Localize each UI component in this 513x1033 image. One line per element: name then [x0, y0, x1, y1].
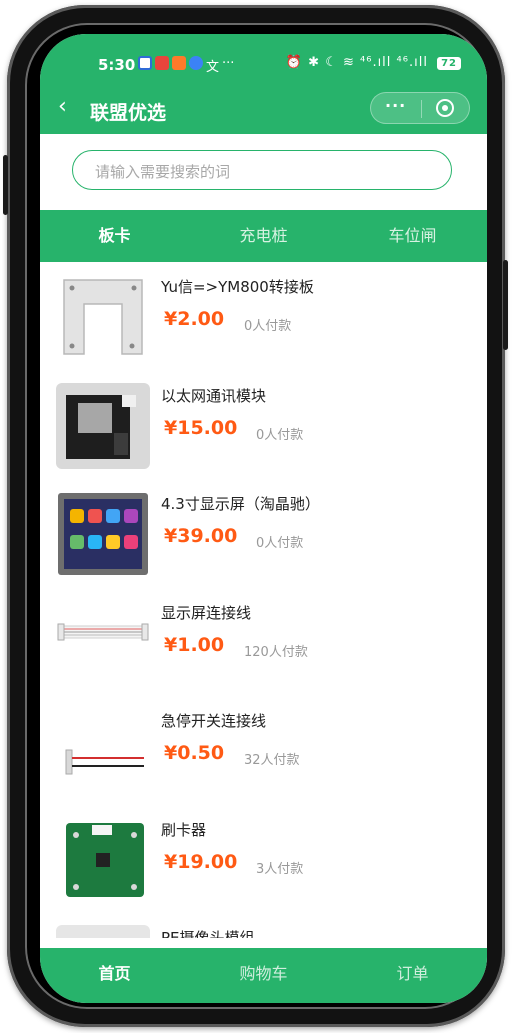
product-item[interactable]: 刷卡器 ¥19.00 3人付款 — [40, 805, 487, 914]
product-paid-count: 0人付款 — [256, 427, 304, 443]
product-item[interactable]: Yu信=>YM800转接板 ¥2.00 0人付款 — [40, 262, 487, 371]
product-image — [56, 708, 150, 794]
product-name: Yu信=>YM800转接板 — [161, 278, 314, 296]
product-name: 以太网通讯模块 — [161, 386, 267, 405]
product-name: 显示屏连接线 — [161, 603, 252, 622]
product-image — [56, 274, 150, 360]
product-list[interactable]: Yu信=>YM800转接板 ¥2.00 0人付款 以太网通讯模块 ¥15.00 … — [40, 262, 487, 938]
product-price: ¥0.50 — [164, 742, 225, 764]
tab-parking-gate[interactable]: 车位闸 — [338, 210, 487, 262]
nav-orders[interactable]: 订单 — [338, 948, 487, 1003]
category-tabs: 板卡 充电桩 车位闸 — [40, 210, 487, 262]
product-image — [56, 925, 150, 938]
search-input[interactable]: 请输入需要搜索的词 — [72, 150, 452, 190]
product-image — [56, 491, 150, 577]
product-paid-count: 0人付款 — [244, 319, 292, 334]
product-item[interactable]: PE摄像头模组 — [40, 913, 487, 938]
mail-app-icon — [155, 56, 169, 70]
bottom-nav: 首页 购物车 订单 — [40, 948, 487, 1003]
product-price: ¥1.00 — [164, 633, 225, 656]
search-area: 请输入需要搜索的词 — [40, 134, 487, 210]
product-price: ¥39.00 — [164, 525, 238, 547]
status-right-icons: ⏰ ✱ ☾ ≋ ⁴⁶.ıll ⁴⁶.ıll 72 — [286, 55, 461, 70]
product-image — [56, 382, 150, 469]
gallery-app-icon — [138, 56, 152, 70]
product-image — [56, 599, 150, 686]
power-button — [503, 260, 508, 350]
product-item[interactable]: 急停开关连接线 ¥0.50 32人付款 — [40, 696, 487, 805]
page-title: 联盟优选 — [90, 102, 167, 124]
back-arrow-icon[interactable]: ‹ — [58, 94, 67, 119]
product-name: 急停开关连接线 — [161, 712, 267, 730]
translate-app-icon: 文 — [206, 60, 220, 75]
nav-home[interactable]: 首页 — [40, 948, 189, 1003]
product-paid-count: 32人付款 — [244, 753, 300, 768]
status-system-icons: ⏰ ✱ ☾ ≋ ⁴⁶.ıll ⁴⁶.ıll — [285, 55, 428, 70]
status-app-icons: 文 ··· — [138, 56, 234, 75]
product-item[interactable]: 以太网通讯模块 ¥15.00 0人付款 — [40, 371, 487, 480]
product-price: ¥19.00 — [164, 850, 238, 873]
browser-app-icon — [189, 56, 203, 70]
status-more-icon: ··· — [222, 56, 235, 71]
product-price: ¥15.00 — [164, 416, 238, 439]
product-item[interactable]: 显示屏连接线 ¥1.00 120人付款 — [40, 588, 487, 697]
battery-icon: 72 — [437, 57, 461, 70]
close-target-icon[interactable] — [436, 99, 454, 117]
product-name: 刷卡器 — [161, 820, 207, 839]
tab-chargers[interactable]: 充电桩 — [189, 210, 338, 262]
tab-boards[interactable]: 板卡 — [40, 210, 189, 262]
product-item[interactable]: 4.3寸显示屏（淘晶驰） ¥39.00 0人付款 — [40, 479, 487, 588]
store-app-icon — [172, 56, 186, 70]
volume-button — [3, 155, 8, 215]
status-bar: 5:30 文 ··· ⏰ ✱ ☾ ≋ ⁴⁶.ıll ⁴⁶.ıll 72 — [40, 34, 487, 88]
product-image — [56, 816, 150, 903]
miniprogram-capsule: ··· — [370, 92, 470, 124]
product-paid-count: 120人付款 — [244, 644, 308, 660]
product-price: ¥2.00 — [164, 308, 225, 330]
capsule-divider — [421, 100, 422, 118]
phone-screen: 5:30 文 ··· ⏰ ✱ ☾ ≋ ⁴⁶.ıll ⁴⁶.ıll 72 ‹ 联盟… — [40, 34, 487, 1003]
status-time: 5:30 — [98, 56, 136, 74]
nav-bar: ‹ 联盟优选 ··· — [40, 88, 487, 134]
product-paid-count: 0人付款 — [256, 536, 304, 551]
nav-cart[interactable]: 购物车 — [189, 948, 338, 1003]
product-name: 4.3寸显示屏（淘晶驰） — [161, 495, 320, 513]
more-menu-button[interactable]: ··· — [385, 96, 406, 115]
product-name: PE摄像头模组 — [161, 929, 255, 938]
product-paid-count: 3人付款 — [256, 861, 304, 877]
